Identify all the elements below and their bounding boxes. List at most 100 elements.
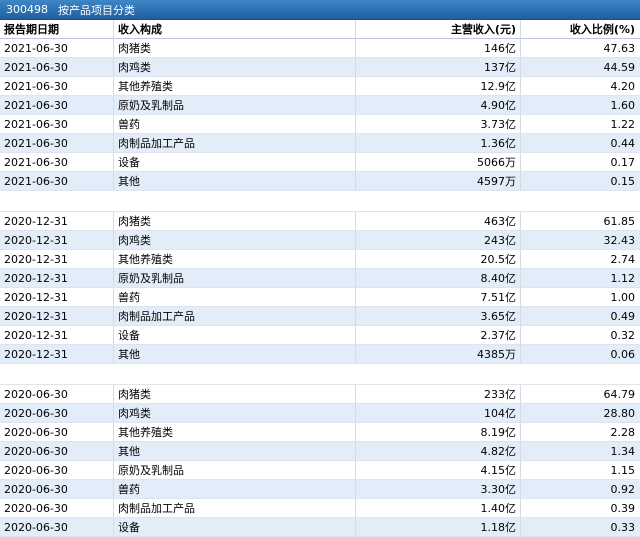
cell-main-revenue: 3.73亿 [356, 115, 521, 133]
cell-main-revenue: 4597万 [356, 172, 521, 190]
cell-report-date: 2020-12-31 [0, 269, 114, 287]
table-row: 2020-06-30 其他 4.82亿 1.34 [0, 442, 640, 461]
cell-report-date: 2021-06-30 [0, 115, 114, 133]
cell-revenue-composition: 肉制品加工产品 [114, 134, 356, 152]
table-row: 2021-06-30 其他养殖类 12.9亿 4.20 [0, 77, 640, 96]
cell-revenue-ratio: 1.22 [610, 117, 636, 131]
cell-revenue-composition: 原奶及乳制品 [114, 269, 356, 287]
table-row: 2020-12-31 肉制品加工产品 3.65亿 0.49 [0, 307, 640, 326]
table-row: 2020-06-30 设备 1.18亿 0.33 [0, 518, 640, 537]
table-row: 2020-06-30 肉制品加工产品 1.40亿 0.39 [0, 499, 640, 518]
table-row: 2021-06-30 肉鸡类 137亿 44.59 [0, 58, 640, 77]
cell-revenue-composition: 肉猪类 [114, 39, 356, 57]
cell-main-revenue: 5066万 [356, 153, 521, 171]
cell-main-revenue: 1.36亿 [356, 134, 521, 152]
header-revenue-composition: 收入构成 [114, 20, 356, 38]
header-report-date: 报告期日期 [0, 20, 114, 38]
cell-revenue-composition: 肉猪类 [114, 212, 356, 230]
cell-report-date: 2020-06-30 [0, 404, 114, 422]
cell-revenue-composition: 肉猪类 [114, 385, 356, 403]
cell-report-date: 2020-06-30 [0, 518, 114, 536]
table-row: 2020-12-31 设备 2.37亿 0.32 [0, 326, 640, 345]
cell-report-date: 2020-06-30 [0, 461, 114, 479]
cell-report-date: 2021-06-30 [0, 39, 114, 57]
cell-report-date: 2021-06-30 [0, 153, 114, 171]
cell-main-revenue: 1.40亿 [356, 499, 521, 517]
cell-revenue-ratio: 0.44 [610, 136, 636, 150]
table-row: 2021-06-30 原奶及乳制品 4.90亿 1.60 [0, 96, 640, 115]
cell-revenue-ratio: 0.49 [610, 309, 636, 323]
cell-report-date: 2021-06-30 [0, 172, 114, 190]
cell-report-date: 2020-06-30 [0, 499, 114, 517]
cell-report-date: 2020-06-30 [0, 442, 114, 460]
table-row: 2020-12-31 其他养殖类 20.5亿 2.74 [0, 250, 640, 269]
cell-revenue-composition: 其他养殖类 [114, 77, 356, 95]
cell-report-date: 2020-12-31 [0, 231, 114, 249]
stock-code: 300498 [6, 3, 48, 16]
cell-main-revenue: 463亿 [356, 212, 521, 230]
cell-report-date: 2021-06-30 [0, 134, 114, 152]
cell-report-date: 2020-06-30 [0, 385, 114, 403]
cell-revenue-composition: 兽药 [114, 480, 356, 498]
table-row: 2020-12-31 其他 4385万 0.06 [0, 345, 640, 364]
cell-revenue-ratio: 47.63 [603, 41, 636, 55]
cell-revenue-ratio: 0.39 [610, 501, 636, 515]
cell-revenue-composition: 其他 [114, 442, 356, 460]
table-row: 2021-06-30 兽药 3.73亿 1.22 [0, 115, 640, 134]
cell-revenue-composition: 兽药 [114, 288, 356, 306]
cell-report-date: 2020-06-30 [0, 423, 114, 441]
cell-main-revenue: 12.9亿 [356, 77, 521, 95]
table-row: 2020-06-30 兽药 3.30亿 0.92 [0, 480, 640, 499]
cell-revenue-ratio: 1.60 [610, 98, 636, 112]
cell-revenue-composition: 其他养殖类 [114, 423, 356, 441]
cell-revenue-composition: 设备 [114, 153, 356, 171]
cell-report-date: 2020-12-31 [0, 307, 114, 325]
cell-revenue-composition: 原奶及乳制品 [114, 461, 356, 479]
cell-main-revenue: 2.37亿 [356, 326, 521, 344]
cell-main-revenue: 4.15亿 [356, 461, 521, 479]
cell-main-revenue: 233亿 [356, 385, 521, 403]
cell-main-revenue: 4.82亿 [356, 442, 521, 460]
cell-revenue-ratio: 4.20 [610, 79, 636, 93]
cell-report-date: 2020-12-31 [0, 250, 114, 268]
cell-main-revenue: 20.5亿 [356, 250, 521, 268]
cell-revenue-composition: 肉制品加工产品 [114, 307, 356, 325]
cell-main-revenue: 104亿 [356, 404, 521, 422]
cell-main-revenue: 3.30亿 [356, 480, 521, 498]
cell-revenue-composition: 设备 [114, 518, 356, 536]
table-row: 2021-06-30 肉制品加工产品 1.36亿 0.44 [0, 134, 640, 153]
cell-main-revenue: 1.18亿 [356, 518, 521, 536]
cell-main-revenue: 7.51亿 [356, 288, 521, 306]
cell-revenue-ratio: 0.17 [610, 155, 636, 169]
cell-revenue-composition: 肉鸡类 [114, 58, 356, 76]
cell-revenue-ratio: 1.15 [610, 463, 636, 477]
table-title-bar: 300498 按产品项目分类 [0, 0, 640, 20]
table-row: 2020-06-30 肉猪类 233亿 64.79 [0, 385, 640, 404]
cell-revenue-ratio: 61.85 [603, 214, 636, 228]
cell-revenue-ratio: 0.92 [610, 482, 636, 496]
cell-revenue-ratio: 2.74 [610, 252, 636, 266]
cell-revenue-ratio: 32.43 [603, 233, 636, 247]
cell-revenue-composition: 兽药 [114, 115, 356, 133]
table-title: 按产品项目分类 [58, 3, 135, 17]
cell-main-revenue: 8.40亿 [356, 269, 521, 287]
cell-revenue-composition: 肉鸡类 [114, 404, 356, 422]
table-row: 2020-06-30 其他养殖类 8.19亿 2.28 [0, 423, 640, 442]
cell-revenue-ratio: 0.33 [610, 520, 636, 534]
cell-main-revenue: 8.19亿 [356, 423, 521, 441]
cell-revenue-ratio: 64.79 [603, 387, 636, 401]
table-row: 2021-06-30 肉猪类 146亿 47.63 [0, 39, 640, 58]
cell-revenue-composition: 其他 [114, 172, 356, 190]
cell-revenue-composition: 肉鸡类 [114, 231, 356, 249]
header-main-revenue: 主营收入(元) [356, 20, 521, 38]
cell-report-date: 2020-12-31 [0, 326, 114, 344]
table-body: 2021-06-30 肉猪类 146亿 47.63 2021-06-30 肉鸡类 137亿 4… [0, 39, 640, 537]
cell-revenue-composition: 其他 [114, 345, 356, 363]
cell-revenue-composition: 原奶及乳制品 [114, 96, 356, 114]
cell-revenue-ratio: 28.80 [603, 406, 636, 420]
header-revenue-ratio: 收入比例(%) [569, 23, 635, 36]
cell-revenue-ratio: 1.34 [610, 444, 636, 458]
cell-revenue-ratio: 2.28 [610, 425, 636, 439]
cell-revenue-ratio: 0.15 [610, 174, 636, 188]
cell-main-revenue: 3.65亿 [356, 307, 521, 325]
